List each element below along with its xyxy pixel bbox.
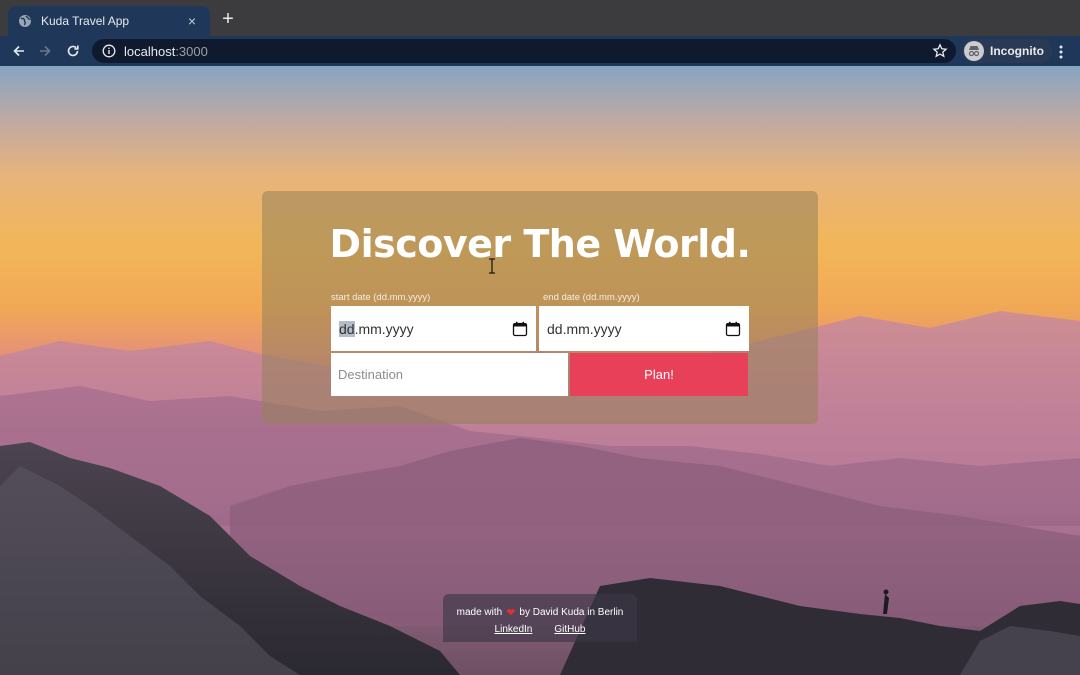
more-menu-icon[interactable] bbox=[1052, 43, 1070, 61]
browser-tab[interactable]: Kuda Travel App × bbox=[8, 6, 210, 36]
start-date-segment-rest: .mm.yyyy bbox=[354, 320, 414, 337]
url-host: localhost bbox=[124, 43, 176, 59]
destination-input[interactable] bbox=[331, 353, 568, 396]
profile-label: Incognito bbox=[990, 44, 1044, 58]
back-icon[interactable] bbox=[6, 38, 32, 64]
footer: made with ❤ by David Kuda in Berlin Link… bbox=[443, 594, 637, 642]
calendar-icon[interactable] bbox=[725, 321, 741, 337]
calendar-icon[interactable] bbox=[512, 321, 528, 337]
start-date-label: start date (dd.mm.yyyy) bbox=[331, 292, 431, 303]
tab-title: Kuda Travel App bbox=[41, 14, 130, 28]
tab-strip: Kuda Travel App × + bbox=[0, 0, 1080, 36]
page-title: Discover The World. bbox=[329, 222, 751, 266]
linkedin-link[interactable]: LinkedIn bbox=[495, 624, 533, 635]
end-date-label: end date (dd.mm.yyyy) bbox=[543, 292, 640, 303]
url-port: :3000 bbox=[175, 43, 208, 59]
start-date-input[interactable]: dd.mm.yyyy bbox=[331, 306, 536, 351]
github-link[interactable]: GitHub bbox=[554, 624, 585, 635]
start-date-segment-day[interactable]: dd bbox=[339, 320, 355, 337]
start-date-value: dd.mm.yyyy bbox=[339, 320, 512, 337]
address-bar[interactable]: localhost:3000 bbox=[92, 39, 956, 63]
new-tab-button[interactable]: + bbox=[218, 9, 238, 29]
globe-icon bbox=[18, 14, 32, 28]
forward-icon[interactable] bbox=[32, 38, 58, 64]
text-cursor-icon bbox=[489, 258, 495, 274]
bookmark-star-icon[interactable] bbox=[932, 43, 948, 59]
page-viewport: Discover The World. start date (dd.mm.yy… bbox=[0, 66, 1080, 675]
info-icon[interactable] bbox=[102, 44, 116, 58]
close-icon[interactable]: × bbox=[184, 13, 200, 29]
author-text: by David Kuda in Berlin bbox=[519, 607, 624, 618]
plan-button[interactable]: Plan! bbox=[570, 353, 748, 396]
made-with-text: made with bbox=[456, 607, 503, 618]
browser-toolbar: localhost:3000 Incognito bbox=[0, 36, 1080, 66]
end-date-input[interactable]: dd.mm.yyyy bbox=[539, 306, 749, 351]
incognito-icon bbox=[964, 41, 984, 61]
reload-icon[interactable] bbox=[60, 38, 86, 64]
heart-icon: ❤ bbox=[506, 607, 516, 619]
end-date-value: dd.mm.yyyy bbox=[547, 320, 622, 337]
incognito-profile[interactable]: Incognito bbox=[962, 39, 1052, 63]
